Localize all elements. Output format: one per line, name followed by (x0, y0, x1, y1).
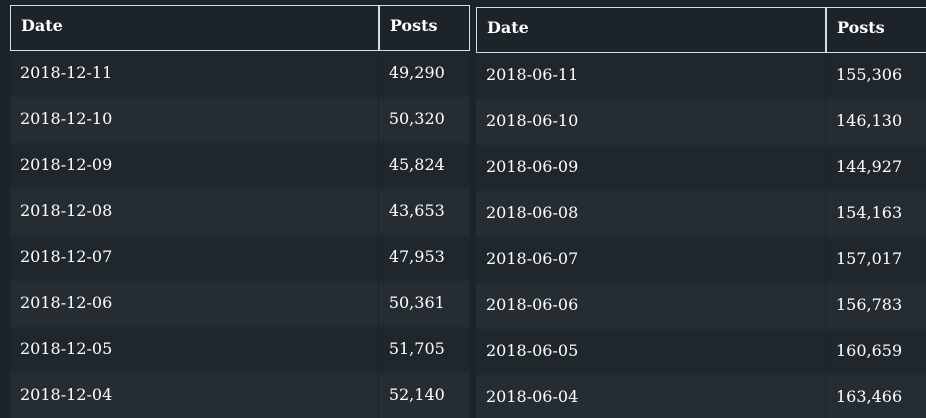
table-header-row: Date Posts (476, 7, 926, 53)
posts-cell: 51,705 (378, 327, 470, 373)
date-cell: 2018-12-08 (10, 189, 379, 235)
column-header-date[interactable]: Date (10, 5, 379, 51)
table-row: 2018-06-07 157,017 (476, 237, 926, 283)
table-row: 2018-06-09 144,927 (476, 145, 926, 191)
table-row: 2018-06-10 146,130 (476, 99, 926, 145)
column-header-posts[interactable]: Posts (378, 5, 470, 51)
date-cell: 2018-12-04 (10, 373, 379, 418)
posts-cell: 49,290 (378, 51, 470, 97)
date-cell: 2018-12-11 (10, 51, 379, 97)
posts-cell: 156,783 (826, 283, 926, 329)
date-cell: 2018-06-05 (476, 329, 826, 375)
posts-cell: 50,320 (378, 97, 470, 143)
date-cell: 2018-06-11 (476, 53, 826, 99)
posts-cell: 144,927 (826, 145, 926, 191)
table-row: 2018-12-04 52,140 (10, 373, 470, 418)
column-header-date[interactable]: Date (476, 7, 826, 53)
posts-cell: 157,017 (826, 237, 926, 283)
table-row: 2018-12-10 50,320 (10, 97, 470, 143)
table-row: 2018-12-08 43,653 (10, 189, 470, 235)
table-row: 2018-06-04 163,466 (476, 375, 926, 418)
posts-cell: 52,140 (378, 373, 470, 418)
posts-cell: 154,163 (826, 191, 926, 237)
table-row: 2018-12-11 49,290 (10, 51, 470, 97)
date-cell: 2018-12-09 (10, 143, 379, 189)
posts-cell: 50,361 (378, 281, 470, 327)
posts-cell: 163,466 (826, 375, 926, 418)
date-cell: 2018-06-06 (476, 283, 826, 329)
posts-cell: 43,653 (378, 189, 470, 235)
right-table-panel: Date Posts 2018-06-11 155,306 2018-06-10… (476, 0, 926, 418)
date-cell: 2018-06-07 (476, 237, 826, 283)
table-row: 2018-12-05 51,705 (10, 327, 470, 373)
posts-cell: 47,953 (378, 235, 470, 281)
date-cell: 2018-12-05 (10, 327, 379, 373)
posts-cell: 155,306 (826, 53, 926, 99)
date-cell: 2018-12-07 (10, 235, 379, 281)
table-row: 2018-06-06 156,783 (476, 283, 926, 329)
table-header-row: Date Posts (10, 5, 470, 51)
posts-table-december: Date Posts 2018-12-11 49,290 2018-12-10 … (10, 5, 470, 418)
table-row: 2018-12-07 47,953 (10, 235, 470, 281)
table-row: 2018-12-09 45,824 (10, 143, 470, 189)
posts-cell: 160,659 (826, 329, 926, 375)
date-cell: 2018-06-04 (476, 375, 826, 418)
table-row: 2018-06-05 160,659 (476, 329, 926, 375)
date-cell: 2018-12-10 (10, 97, 379, 143)
table-row: 2018-06-11 155,306 (476, 53, 926, 99)
posts-cell: 146,130 (826, 99, 926, 145)
posts-cell: 45,824 (378, 143, 470, 189)
table-row: 2018-12-06 50,361 (10, 281, 470, 327)
table-row: 2018-06-08 154,163 (476, 191, 926, 237)
date-cell: 2018-06-08 (476, 191, 826, 237)
column-header-posts[interactable]: Posts (826, 7, 926, 53)
left-table-panel: Date Posts 2018-12-11 49,290 2018-12-10 … (0, 0, 470, 418)
date-cell: 2018-06-10 (476, 99, 826, 145)
date-cell: 2018-06-09 (476, 145, 826, 191)
posts-table-june: Date Posts 2018-06-11 155,306 2018-06-10… (476, 7, 926, 418)
date-cell: 2018-12-06 (10, 281, 379, 327)
